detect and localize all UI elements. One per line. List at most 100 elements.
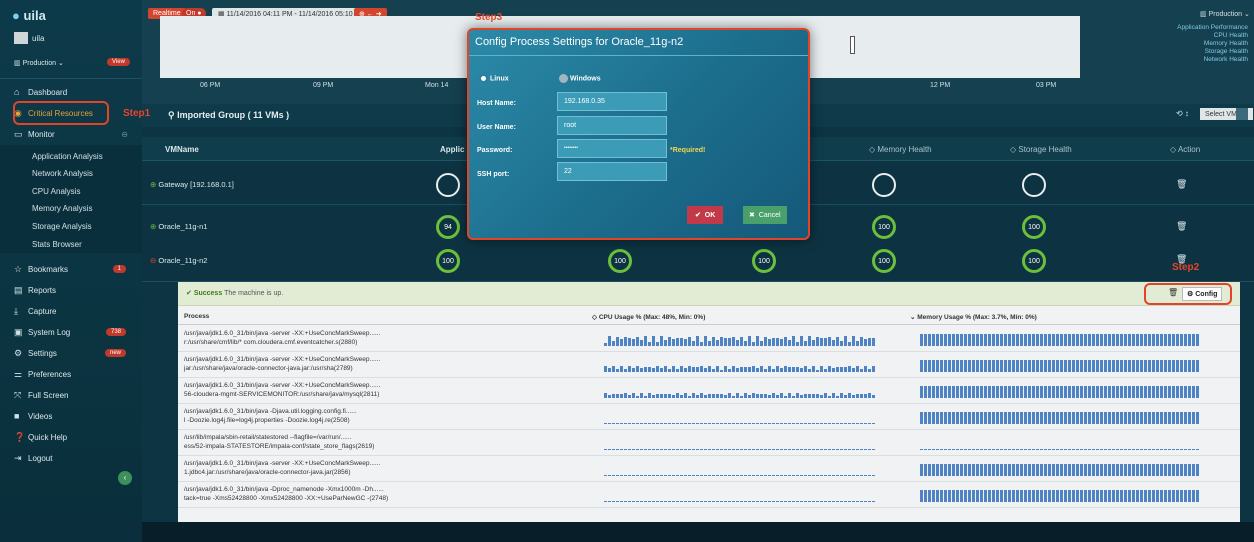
memory-bar — [1004, 334, 1007, 346]
col-memory-health[interactable]: ◇ Memory Health — [869, 145, 932, 154]
cancel-button[interactable]: ✖ Cancel — [743, 206, 787, 224]
host-name-field[interactable]: 192.168.0.35 — [557, 92, 667, 111]
sidebar-sub-application-analysis[interactable]: Application Analysis — [32, 152, 103, 161]
memory-bar — [972, 386, 975, 398]
sidebar-sub-network-analysis[interactable]: Network Analysis — [32, 169, 93, 178]
col-action[interactable]: ◇ Action — [1170, 145, 1200, 154]
col-process[interactable]: Process — [184, 313, 209, 320]
cpu-bar — [756, 449, 759, 450]
cpu-bar — [744, 393, 747, 398]
cpu-bar — [608, 423, 611, 424]
memory-bar — [1180, 360, 1183, 372]
sidebar-item-reports[interactable]: ▤ Reports — [0, 280, 142, 300]
health-link-app[interactable]: Application Performance — [1160, 24, 1248, 32]
vm-name[interactable]: ⊖ Oracle_11g-n2 — [150, 256, 207, 265]
process-row[interactable]: /usr/java/jdk1.6.0_31/bin/java -server -… — [178, 352, 1240, 378]
memory-bar — [928, 490, 931, 502]
memory-bar — [944, 412, 947, 424]
view-badge[interactable]: View — [107, 58, 130, 66]
user-name-field[interactable]: root — [557, 116, 667, 135]
refresh-icon[interactable]: ⟲ ↕ — [1176, 109, 1189, 118]
os-radio-linux[interactable]: Linux — [479, 74, 509, 83]
sidebar-item-bookmarks[interactable]: ☆ Bookmarks 1 — [0, 259, 142, 279]
cpu-bar — [748, 423, 751, 424]
cpu-bar — [616, 369, 619, 372]
sidebar-item-logout[interactable]: ⇥ Logout — [0, 448, 142, 468]
cpu-bar — [768, 501, 771, 502]
trash-icon[interactable]: 🗑 — [1176, 179, 1187, 190]
memory-bar — [1132, 386, 1135, 398]
collapse-sidebar-icon[interactable]: ‹ — [118, 471, 132, 485]
col-memory-usage[interactable]: ⌄ Memory Usage % (Max: 3.7%, Min: 0%) — [910, 313, 1037, 321]
col-cpu-usage[interactable]: ◇ CPU Usage % (Max: 48%, Min: 0%) — [592, 313, 705, 321]
memory-bar — [992, 386, 995, 398]
vm-name[interactable]: ⊕ Oracle_11g-n1 — [150, 222, 207, 231]
sidebar-item-settings[interactable]: ⚙ Settings new — [0, 343, 142, 363]
health-link-cpu[interactable]: CPU Health — [1160, 32, 1248, 40]
col-storage-health[interactable]: ◇ Storage Health — [1010, 145, 1072, 154]
cpu-bar — [608, 336, 611, 346]
sidebar-sub-cpu-analysis[interactable]: CPU Analysis — [32, 187, 80, 196]
sidebar-item-monitor[interactable]: ▭ Monitor ⊖ — [0, 124, 142, 144]
memory-bar — [1096, 490, 1099, 502]
vm-name[interactable]: ⊕ Gateway [192.168.0.1] — [150, 180, 234, 189]
memory-bar — [932, 360, 935, 372]
col-vmname[interactable]: VMName — [165, 145, 199, 154]
memory-bar — [932, 464, 935, 476]
memory-bar — [920, 464, 923, 476]
sidebar-item-videos[interactable]: ■ Videos — [0, 406, 142, 426]
health-link-memory[interactable]: Memory Health — [1160, 40, 1248, 48]
app-logo[interactable]: ● uila — [12, 8, 46, 23]
memory-bar — [1028, 412, 1031, 424]
ok-button[interactable]: ✔ OK — [687, 206, 724, 224]
cpu-bar — [796, 501, 799, 502]
memory-bar — [1116, 490, 1119, 502]
process-row[interactable]: /usr/java/jdk1.6.0_31/bin/java -Djava.ut… — [178, 404, 1240, 430]
sidebar-item-preferences[interactable]: ⚌ Preferences — [0, 364, 142, 384]
cpu-bar — [716, 340, 719, 346]
memory-bar — [1028, 464, 1031, 476]
memory-bar — [1020, 490, 1023, 502]
memory-bar — [1088, 464, 1091, 476]
process-row[interactable]: /usr/java/jdk1.6.0_31/bin/java -server -… — [178, 326, 1240, 352]
env-selector[interactable]: ▥ Production ⌄ — [14, 59, 64, 67]
cpu-bar — [620, 475, 623, 476]
memory-bar — [1196, 334, 1199, 346]
config-button[interactable]: ⚙ Config — [1182, 287, 1223, 301]
memory-bar — [1124, 449, 1127, 450]
process-row[interactable]: /usr/lib/impala/sbin-retail/statestored … — [178, 430, 1240, 456]
process-row[interactable]: /usr/java/jdk1.6.0_31/bin/java -server -… — [178, 456, 1240, 482]
health-link-storage[interactable]: Storage Health — [1160, 48, 1248, 56]
layout-icon[interactable] — [1236, 108, 1248, 120]
sidebar-item-full-screen[interactable]: ⤧ Full Screen — [0, 385, 142, 405]
delete-icon[interactable]: 🗑 — [1168, 288, 1178, 297]
ssh-port-field[interactable]: 22 — [557, 162, 667, 181]
env-selector-right[interactable]: ▥ Production ⌄ — [1200, 10, 1250, 18]
memory-bar — [1180, 490, 1183, 502]
sidebar-item-capture[interactable]: ⤓ Capture — [0, 301, 142, 321]
cpu-bar — [828, 396, 831, 398]
sidebar-item-dashboard[interactable]: ⌂ Dashboard — [0, 82, 142, 102]
memory-bar — [940, 490, 943, 502]
col-application[interactable]: Applic — [440, 145, 464, 154]
os-radio-windows[interactable]: Windows — [559, 74, 601, 83]
cpu-bar — [808, 475, 811, 476]
health-link-network[interactable]: Network Health — [1160, 56, 1248, 64]
sidebar-sub-stats-browser[interactable]: Stats Browser — [32, 240, 82, 249]
table-row[interactable]: ⊖ Oracle_11g-n2 100 100 100 100 100 🗑 — [142, 242, 1254, 282]
sidebar-sub-storage-analysis[interactable]: Storage Analysis — [32, 222, 92, 231]
process-row[interactable]: /usr/java/jdk1.6.0_31/bin/java -server -… — [178, 378, 1240, 404]
memory-bar — [1112, 490, 1115, 502]
cpu-bar — [868, 423, 871, 424]
password-field[interactable]: •••••••• — [557, 139, 667, 158]
sidebar-item-quick-help[interactable]: ❓ Quick Help — [0, 427, 142, 447]
process-row[interactable]: /usr/java/jdk1.6.0_31/bin/java -Dproc_na… — [178, 482, 1240, 508]
cpu-bar — [776, 366, 779, 372]
trash-icon[interactable]: 🗑 — [1176, 221, 1187, 232]
required-note: *Required! — [670, 147, 706, 154]
sidebar-sub-memory-analysis[interactable]: Memory Analysis — [32, 204, 92, 213]
cpu-bar — [604, 343, 607, 346]
sidebar-item-system-log[interactable]: ▣ System Log 738 — [0, 322, 142, 342]
memory-bar — [1084, 464, 1087, 476]
timeline-slider-handle[interactable] — [850, 36, 855, 54]
